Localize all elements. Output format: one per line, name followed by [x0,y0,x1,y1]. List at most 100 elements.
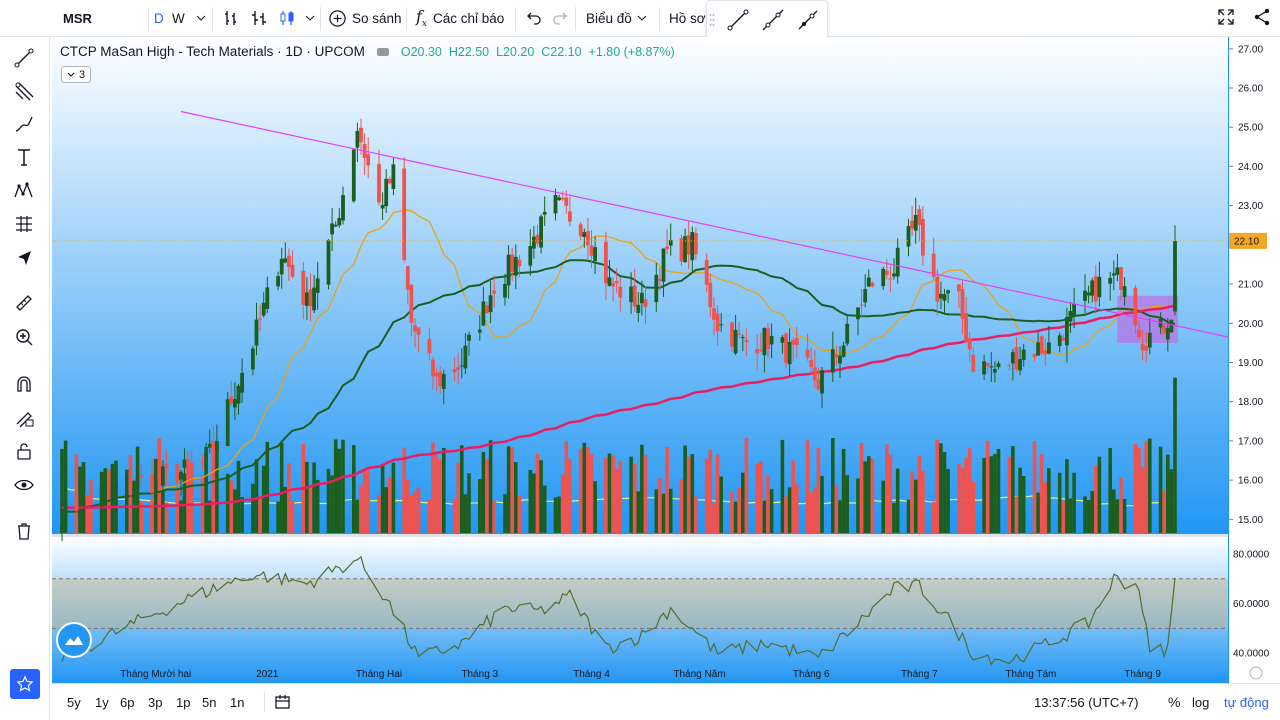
indicator-count: 3 [78,68,86,81]
interval-chevron-down-icon[interactable] [196,0,206,37]
volume-bar [888,454,893,533]
candle-body [582,232,587,237]
candle-body [175,464,180,484]
prediction-icon[interactable] [9,209,39,239]
volume-bar [384,487,388,533]
chart-layout-button[interactable]: Biểu đồ [586,0,632,37]
candle-body [337,218,342,226]
candle-body [960,289,965,319]
volume-bar [528,469,533,533]
range-1y-button[interactable]: 1y [95,695,109,710]
tradingview-logo-icon[interactable] [58,624,90,656]
lock-drawing-icon[interactable] [9,402,39,432]
favorites-star-icon[interactable] [10,669,40,699]
volume-bar [1047,468,1051,533]
range-3m-button[interactable]: 3p [148,695,162,710]
high-value: H22.50 [448,44,490,59]
range-1d-button[interactable]: 1n [230,695,244,710]
volume-bar [510,447,514,533]
volume-bar [388,476,392,533]
volume-bar [305,461,309,533]
volume-bar [913,479,918,533]
trash-icon[interactable] [9,516,39,546]
candles-chart-icon[interactable] [278,0,296,37]
eye-icon[interactable] [9,470,39,500]
candle-body [985,362,990,367]
range-6m-button[interactable]: 6p [120,695,134,710]
drag-handle-icon[interactable] [709,13,715,27]
candle-body [99,487,104,507]
price-tick-label: 23.00 [1238,201,1263,212]
symbol-title[interactable]: CTCP MaSan High - Tech Materials · 1D · … [60,44,365,59]
zoom-in-icon[interactable] [9,322,39,352]
volume-bar [568,459,572,533]
interval-week-button[interactable]: W [172,0,185,37]
volume-bar [787,487,792,533]
compare-button[interactable]: So sánh [328,0,402,37]
cursor-arrow-icon[interactable] [9,243,39,273]
candle-body [921,219,925,256]
candle-body [506,254,511,286]
range-5d-button[interactable]: 5n [202,695,216,710]
ruler-icon[interactable] [9,288,39,318]
pattern-icon[interactable] [9,176,39,206]
candle-body [279,258,284,275]
range-5y-button[interactable]: 5y [67,695,81,710]
calendar-icon[interactable] [274,693,292,716]
interval-day-button[interactable]: D [154,0,164,37]
compare-label: So sánh [352,10,402,26]
fullscreen-icon[interactable] [1216,7,1236,32]
candle-body [791,340,796,345]
text-icon[interactable] [9,142,39,172]
candle-body [1140,343,1145,351]
volume-bar [207,500,212,533]
percent-scale-toggle[interactable]: % [1168,694,1180,710]
volume-bar [993,454,997,533]
candle-body [593,247,597,261]
volume-bar [251,483,255,533]
unlock-icon[interactable] [9,436,39,466]
volume-bar [586,446,590,533]
candle-body [229,396,234,404]
pitchfork-icon[interactable] [9,76,39,106]
share-icon[interactable] [1252,7,1272,32]
bars-chart-icon[interactable] [222,0,240,37]
time-axis-label: Tháng 6 [793,669,830,680]
volume-bar [261,465,266,533]
candle-body [207,443,212,448]
volume-bar [1018,467,1022,533]
undo-icon[interactable] [526,0,542,37]
volume-bar [337,448,342,533]
candle-body [1137,329,1141,338]
indicators-collapse-button[interactable]: 3 [61,66,91,83]
visibility-toggle-icon[interactable] [376,47,389,56]
chart-style-chevron-down-icon[interactable] [305,0,315,37]
volume-bar [881,480,885,533]
chart-layout-chevron-down-icon[interactable] [637,0,647,37]
chart-canvas[interactable]: 27.0026.0025.0024.0023.0022.0021.0020.00… [52,37,1280,683]
indicators-button[interactable]: fx Các chỉ báo [416,0,504,37]
volume-bar [741,472,745,533]
brush-icon[interactable] [9,109,39,139]
candle-body [261,302,266,316]
log-scale-toggle[interactable]: log [1192,695,1209,710]
trend-line-icon[interactable] [9,43,39,73]
extended-line-tool-icon[interactable] [760,7,786,33]
volume-bar [867,456,871,533]
ohlc-chart-icon[interactable] [250,0,268,37]
trend-line-tool-icon[interactable] [725,7,751,33]
timezone-clock[interactable]: 13:37:56 (UTC+7) [1034,695,1138,710]
volume-bar [1007,456,1012,533]
auto-scale-toggle[interactable]: tự động [1224,695,1269,710]
ray-tool-icon[interactable] [795,7,821,33]
candle-body [654,274,659,303]
candle-body [1032,353,1037,358]
range-1m-button[interactable]: 1p [176,695,190,710]
profile-button[interactable]: Hồ sơ [669,0,706,37]
symbol-search[interactable]: MSR [52,0,142,37]
toolbar-divider [406,7,407,31]
candle-body [913,215,918,231]
candle-body [787,341,792,365]
redo-icon[interactable] [552,0,568,37]
magnet-icon[interactable] [9,369,39,399]
